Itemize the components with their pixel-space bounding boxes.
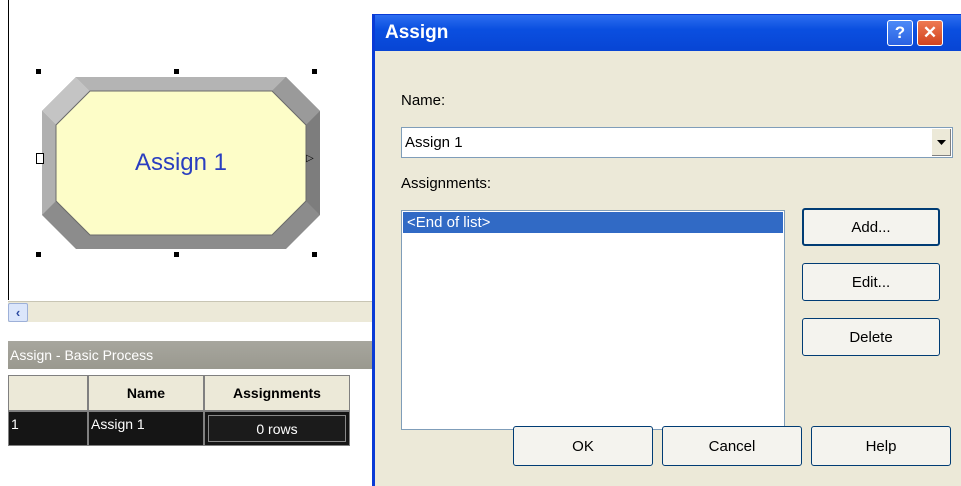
spreadsheet-title: Assign - Basic Process: [8, 341, 372, 369]
selection-handle[interactable]: [174, 69, 179, 74]
module-label: Assign 1: [134, 149, 228, 176]
column-header-assignments[interactable]: Assignments: [204, 375, 350, 411]
list-item[interactable]: <End of list>: [403, 212, 783, 233]
column-header-name[interactable]: Name: [88, 375, 204, 411]
left-arrow-icon[interactable]: ‹: [8, 303, 28, 322]
column-header-index: [8, 375, 88, 411]
exit-connector[interactable]: ▷: [306, 153, 314, 164]
selection-handle[interactable]: [312, 252, 317, 257]
name-label: Name:: [401, 92, 446, 109]
selection-handle[interactable]: [36, 252, 41, 257]
ok-button[interactable]: OK: [513, 426, 653, 466]
row-index[interactable]: 1: [8, 411, 88, 446]
assignments-label: Assignments:: [401, 175, 492, 192]
name-value[interactable]: Assign 1: [405, 134, 463, 151]
row-assignments-cell[interactable]: 0 rows: [204, 411, 350, 446]
selection-handle[interactable]: [36, 69, 41, 74]
assignments-rows-button[interactable]: 0 rows: [208, 415, 346, 442]
assignments-list[interactable]: <End of list>: [401, 210, 785, 430]
help-icon[interactable]: ?: [887, 20, 913, 46]
dialog-title: Assign: [385, 22, 449, 43]
spreadsheet-panel: Assign - Basic Process Name Assignments …: [8, 341, 372, 486]
dropdown-arrow-icon[interactable]: [931, 129, 951, 156]
dialog-titlebar[interactable]: Assign ? ✕: [375, 15, 961, 51]
row-name-cell[interactable]: Assign 1: [88, 411, 204, 446]
canvas-bottom-area: [8, 322, 372, 340]
model-canvas[interactable]: Assign 1 ▷ ‹ Assign - Basic Process Name…: [0, 0, 372, 486]
horizontal-scrollbar[interactable]: ‹: [8, 301, 372, 322]
add-button[interactable]: Add...: [802, 208, 940, 246]
entry-connector[interactable]: [36, 153, 44, 164]
selection-handle[interactable]: [174, 252, 179, 257]
edit-button[interactable]: Edit...: [802, 263, 940, 301]
cancel-button[interactable]: Cancel: [662, 426, 802, 466]
help-button[interactable]: Help: [811, 426, 951, 466]
delete-button[interactable]: Delete: [802, 318, 940, 356]
close-icon[interactable]: ✕: [917, 20, 943, 46]
assign-dialog: Assign ? ✕ Name: Assign 1 Assignments: <…: [372, 14, 961, 486]
canvas-border: [8, 0, 9, 300]
name-combobox[interactable]: Assign 1: [401, 127, 953, 158]
selection-handle[interactable]: [312, 69, 317, 74]
